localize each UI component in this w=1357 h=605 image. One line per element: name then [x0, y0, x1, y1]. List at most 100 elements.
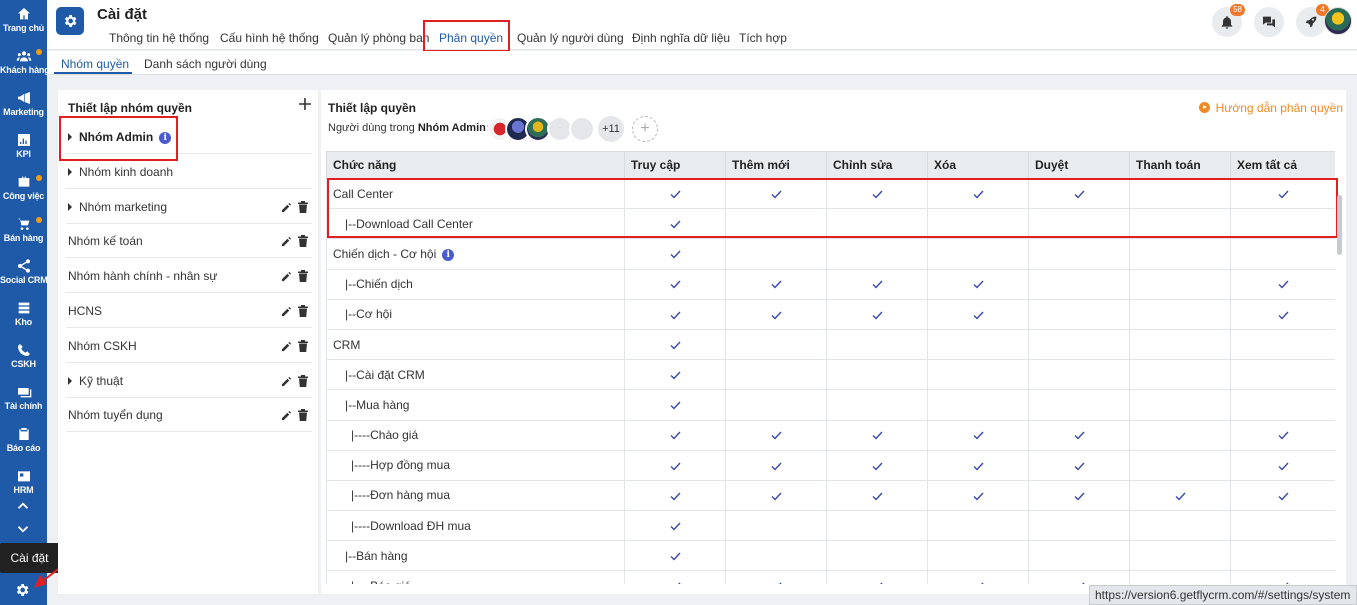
trash-icon[interactable]	[298, 235, 308, 248]
permission-cell[interactable]	[624, 570, 726, 584]
permission-cell[interactable]	[725, 570, 827, 584]
permission-cell[interactable]	[1230, 328, 1335, 361]
permission-cell[interactable]	[927, 419, 1029, 451]
sidebar-item-warehouse[interactable]: Kho	[0, 298, 47, 338]
permission-cell[interactable]	[1129, 268, 1231, 300]
permission-cell[interactable]	[826, 389, 928, 421]
permission-cell[interactable]	[826, 540, 928, 572]
edit-icon[interactable]	[281, 410, 292, 421]
permission-cell[interactable]	[725, 238, 827, 270]
sidebar-item-megaphone[interactable]: Marketing	[0, 88, 47, 128]
group-list-item[interactable]: HCNS	[66, 294, 312, 328]
user-avatar-5[interactable]	[569, 116, 595, 142]
permission-cell[interactable]	[624, 479, 726, 512]
sidebar-item-share[interactable]: Social CRM	[0, 256, 48, 296]
permission-cell[interactable]	[624, 298, 726, 330]
permission-cell[interactable]	[1028, 328, 1130, 361]
more-users-count[interactable]: +11	[598, 116, 624, 142]
permission-cell[interactable]	[1129, 238, 1231, 270]
trash-icon[interactable]	[298, 374, 308, 387]
permission-cell[interactable]	[1028, 268, 1130, 300]
permission-cell[interactable]	[927, 389, 1029, 421]
permission-cell[interactable]	[826, 328, 928, 361]
permission-cell[interactable]	[725, 328, 827, 361]
permission-cell[interactable]	[1129, 389, 1231, 421]
tab-system-info[interactable]: Thông tin hệ thống	[109, 31, 209, 45]
edit-icon[interactable]	[281, 341, 292, 352]
permission-cell[interactable]	[1129, 419, 1231, 451]
permission-cell[interactable]	[725, 540, 827, 572]
permission-cell[interactable]	[1230, 298, 1335, 330]
permission-cell[interactable]	[725, 298, 827, 330]
subtab-user-list[interactable]: Danh sách người dùng	[144, 57, 267, 71]
tab-user-management[interactable]: Quản lý người dùng	[517, 31, 624, 45]
permission-cell[interactable]	[826, 268, 928, 300]
tab-system-config[interactable]: Cấu hình hệ thống	[220, 31, 319, 45]
tab-integration[interactable]: Tích hợp	[739, 31, 787, 45]
permission-cell[interactable]	[1129, 540, 1231, 572]
group-list-item[interactable]: Nhóm tuyển dụng	[66, 398, 312, 433]
group-list-item[interactable]: Nhóm kế toán	[66, 224, 312, 259]
permission-cell[interactable]	[624, 328, 726, 361]
permission-cell[interactable]	[826, 570, 928, 584]
add-user-button[interactable]: +	[632, 116, 658, 142]
permission-cell[interactable]	[725, 479, 827, 512]
tab-data-definition[interactable]: Định nghĩa dữ liệu	[632, 31, 730, 45]
sidebar-item-briefcase[interactable]: Công việc	[0, 172, 47, 212]
trash-icon[interactable]	[298, 409, 308, 422]
permission-cell[interactable]	[927, 268, 1029, 300]
permission-cell[interactable]	[624, 359, 726, 391]
group-list-item[interactable]: Nhóm hành chính - nhân sự	[66, 259, 312, 294]
trash-icon[interactable]	[298, 339, 308, 352]
permission-cell[interactable]	[1230, 268, 1335, 300]
sidebar-item-users[interactable]: Khách hàng	[0, 46, 50, 86]
permission-cell[interactable]	[725, 419, 827, 451]
chevron-up-icon[interactable]	[14, 497, 32, 515]
permission-cell[interactable]	[725, 359, 827, 391]
sidebar-item-home[interactable]: Trang chủ	[0, 4, 47, 44]
add-group-button[interactable]	[298, 97, 312, 111]
permission-cell[interactable]	[1230, 419, 1335, 451]
permission-cell[interactable]	[1230, 238, 1335, 270]
permission-cell[interactable]	[1028, 238, 1130, 270]
permission-cell[interactable]	[1230, 359, 1335, 391]
group-list-item[interactable]: Kỹ thuật	[66, 364, 312, 398]
permission-cell[interactable]	[927, 328, 1029, 361]
permission-cell[interactable]	[1230, 389, 1335, 421]
permission-cell[interactable]	[1230, 449, 1335, 481]
expand-arrow-icon[interactable]	[68, 376, 72, 385]
trash-icon[interactable]	[298, 270, 308, 283]
permission-cell[interactable]	[624, 238, 726, 270]
permission-cell[interactable]	[1230, 570, 1335, 584]
table-scrollbar[interactable]	[1337, 195, 1342, 255]
permission-cell[interactable]	[826, 510, 928, 542]
expand-arrow-icon[interactable]	[68, 167, 72, 176]
permission-cell[interactable]	[624, 510, 726, 542]
subtab-permission-groups[interactable]: Nhóm quyền	[61, 57, 129, 71]
permission-cell[interactable]	[927, 570, 1029, 584]
permission-cell[interactable]	[1129, 570, 1231, 584]
permission-cell[interactable]	[1230, 479, 1335, 512]
permission-cell[interactable]	[826, 479, 928, 512]
permission-cell[interactable]	[826, 359, 928, 391]
info-icon[interactable]: i	[442, 248, 455, 261]
permission-cell[interactable]	[725, 389, 827, 421]
permission-cell[interactable]	[725, 268, 827, 300]
edit-icon[interactable]	[281, 202, 292, 213]
permission-cell[interactable]	[826, 419, 928, 451]
permission-cell[interactable]	[725, 510, 827, 542]
permission-cell[interactable]	[1028, 510, 1130, 542]
sidebar-item-phone[interactable]: CSKH	[0, 340, 47, 380]
permission-cell[interactable]	[1129, 359, 1231, 391]
permission-cell[interactable]	[927, 449, 1029, 481]
permission-cell[interactable]	[1230, 510, 1335, 542]
permission-guide-link[interactable]: Hướng dẫn phân quyền	[1198, 101, 1343, 115]
permission-cell[interactable]	[624, 268, 726, 300]
messages-button[interactable]	[1254, 7, 1284, 37]
permission-cell[interactable]	[624, 540, 726, 572]
permission-cell[interactable]	[927, 540, 1029, 572]
edit-icon[interactable]	[281, 376, 292, 387]
permission-cell[interactable]	[1129, 449, 1231, 481]
permission-cell[interactable]	[1028, 359, 1130, 391]
permission-cell[interactable]	[1129, 510, 1231, 542]
